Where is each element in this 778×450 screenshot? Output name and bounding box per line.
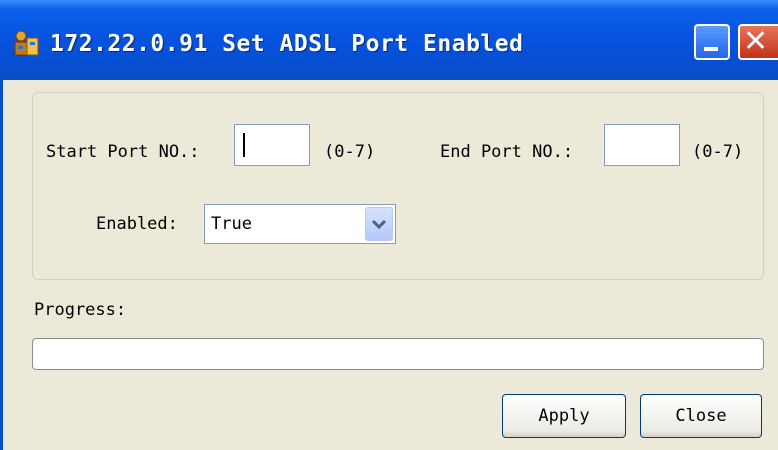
start-port-range: (0-7) — [324, 142, 376, 162]
apply-button[interactable]: Apply — [502, 394, 626, 438]
start-port-label: Start Port NO.: — [46, 142, 200, 162]
window-title: 172.22.0.91 Set ADSL Port Enabled — [50, 31, 524, 57]
network-device-icon — [12, 28, 42, 58]
chevron-down-icon — [371, 214, 387, 239]
close-window-button[interactable]: ✕ — [738, 24, 778, 60]
start-port-input[interactable] — [234, 124, 310, 166]
close-button[interactable]: Close — [640, 394, 762, 438]
enabled-value: True — [211, 214, 252, 234]
enabled-label: Enabled: — [96, 214, 178, 234]
end-port-input[interactable] — [604, 124, 680, 166]
text-caret — [243, 133, 245, 157]
end-port-label: End Port NO.: — [440, 142, 574, 162]
progress-bar — [32, 338, 764, 370]
close-icon: ✕ — [743, 24, 769, 59]
port-settings-group — [32, 92, 764, 280]
progress-label: Progress: — [34, 300, 127, 320]
title-bar[interactable]: 172.22.0.91 Set ADSL Port Enabled ✕ — [0, 0, 778, 80]
minimize-button[interactable] — [694, 24, 730, 60]
enabled-select[interactable]: True — [204, 204, 396, 244]
window-frame-left — [0, 80, 3, 450]
dropdown-button[interactable] — [365, 207, 393, 241]
minimize-icon — [704, 47, 718, 51]
end-port-range: (0-7) — [692, 142, 744, 162]
